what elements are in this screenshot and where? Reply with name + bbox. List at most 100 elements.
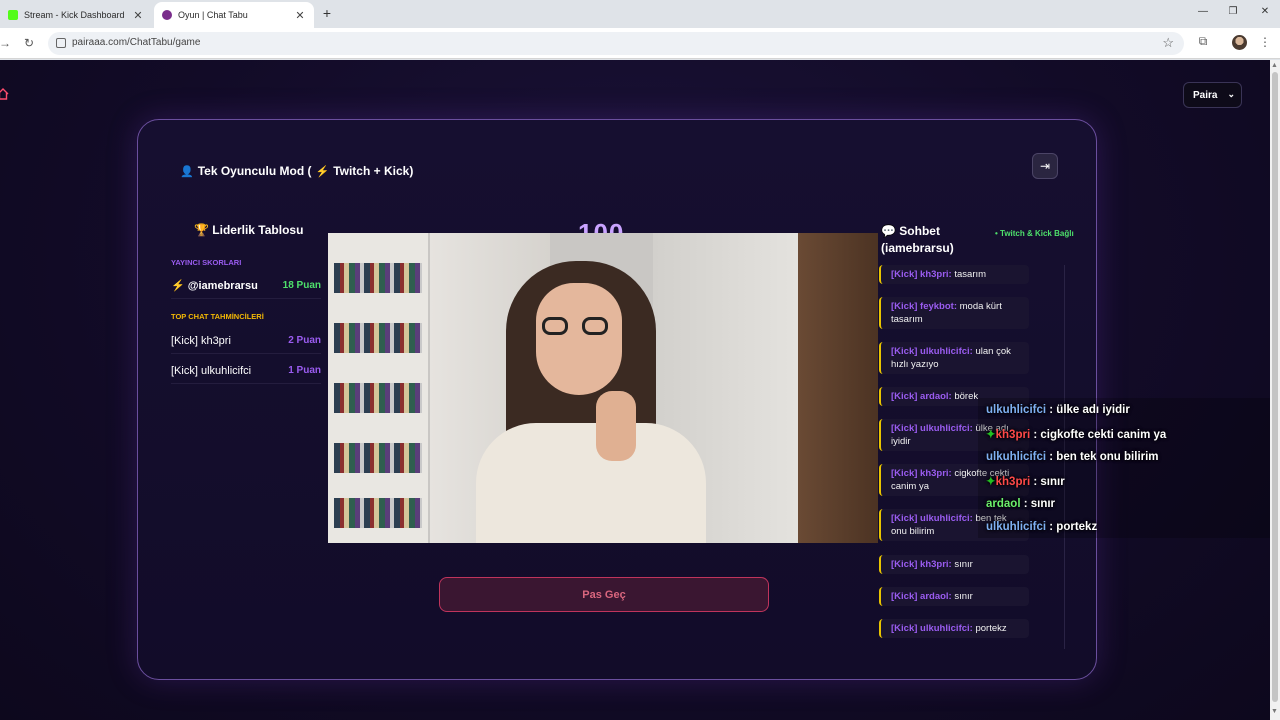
logout-icon: ⇥ bbox=[1039, 159, 1051, 173]
overlay-text: : sınır bbox=[1033, 476, 1065, 488]
chat-message: [Kick] ardaol: sınır bbox=[879, 587, 1029, 606]
player-points: 1 Puan bbox=[288, 365, 321, 376]
chat-message: [Kick] kh3pri: tasarım bbox=[879, 265, 1029, 284]
player-points: 2 Puan bbox=[288, 335, 321, 346]
trophy-icon: 🏆 bbox=[194, 223, 209, 237]
language-selected: Paira bbox=[1193, 89, 1218, 101]
streamer-points: 18 Puan bbox=[282, 280, 321, 291]
books-row bbox=[334, 323, 422, 353]
mode-title: 👤 Tek Oyunculu Mod ( ⚡ Twitch + Kick) bbox=[180, 164, 413, 178]
browser-toolbar: → ↻ pairaaa.com/ChatTabu/game ☆ ⧉ ⋮ bbox=[0, 28, 1280, 59]
overlay-user: ulkuhlicifci bbox=[986, 521, 1047, 533]
close-window-icon[interactable]: ✕ bbox=[1258, 6, 1272, 17]
chat-user: [Kick] ulkuhlicifci: bbox=[891, 423, 973, 434]
overlay-user: ardaol bbox=[986, 498, 1021, 510]
menu-icon[interactable]: ⋮ bbox=[1258, 35, 1272, 49]
lightning-icon: ⚡ bbox=[171, 280, 188, 292]
close-tab-icon[interactable]: ✕ bbox=[132, 9, 144, 22]
skip-button[interactable]: Pas Geç bbox=[439, 577, 769, 612]
books-row bbox=[334, 263, 422, 293]
chat-text: sınır bbox=[954, 591, 973, 602]
exit-button[interactable]: ⇥ bbox=[1032, 153, 1058, 179]
chat-user: [Kick] ardaol: bbox=[891, 591, 952, 602]
overlay-text: : portekz bbox=[1049, 521, 1098, 533]
streamer-name: @iamebrarsu bbox=[187, 280, 258, 292]
chat-user: [Kick] ulkuhlicifci: bbox=[891, 346, 973, 357]
chat-user: [Kick] kh3pri: bbox=[891, 468, 952, 479]
chevron-down-icon: ⌄ bbox=[1227, 89, 1235, 99]
overlay-user: kh3pri bbox=[995, 429, 1031, 441]
tab-kick-dashboard[interactable]: Stream - Kick Dashboard ✕ bbox=[0, 2, 152, 28]
chat-user: [Kick] kh3pri: bbox=[891, 559, 952, 570]
profile-avatar[interactable] bbox=[1232, 35, 1247, 50]
overlay-message: ulkuhlicifci : ben tek onu bilirim bbox=[986, 451, 1159, 463]
scrollbar-thumb[interactable] bbox=[1272, 72, 1278, 702]
chat-user: [Kick] ulkuhlicifci: bbox=[891, 513, 973, 524]
shirt bbox=[476, 423, 706, 543]
face bbox=[536, 283, 622, 395]
site-favicon-icon bbox=[162, 10, 172, 20]
minimize-icon[interactable]: — bbox=[1196, 6, 1210, 17]
scroll-down-icon[interactable]: ▼ bbox=[1271, 708, 1278, 715]
overlay-text: : ülke adı iyidir bbox=[1049, 404, 1130, 416]
streamer-figure bbox=[468, 253, 728, 543]
chat-user: [Kick] feykbot: bbox=[891, 301, 957, 312]
overlay-message: ulkuhlicifci : portekz bbox=[986, 521, 1097, 533]
scroll-up-icon[interactable]: ▲ bbox=[1271, 62, 1278, 69]
new-tab-button[interactable]: + bbox=[320, 5, 334, 21]
glasses-lens bbox=[542, 317, 568, 335]
chat-text: sınır bbox=[954, 559, 973, 570]
leaderboard-row: [Kick] kh3pri 2 Puan bbox=[171, 328, 321, 354]
bookmark-star-icon[interactable]: ☆ bbox=[1162, 35, 1174, 51]
streamer-section-label: YAYINCI SKORLARI bbox=[171, 258, 242, 267]
lightning-icon: ⚡ bbox=[315, 165, 330, 178]
chat-text: börek bbox=[954, 391, 979, 402]
badge-icon: ✦ bbox=[986, 476, 996, 488]
address-bar[interactable]: pairaaa.com/ChatTabu/game ☆ bbox=[48, 32, 1184, 55]
webcam-overlay bbox=[328, 233, 878, 543]
wooden-wall bbox=[798, 233, 878, 543]
tab-title: Oyun | Chat Tabu bbox=[178, 10, 248, 20]
overlay-message: ulkuhlicifci : ülke adı iyidir bbox=[986, 404, 1130, 416]
books-row bbox=[334, 498, 422, 528]
browser-tabbar: Stream - Kick Dashboard ✕ Oyun | Chat Ta… bbox=[0, 0, 1280, 28]
chat-title: 💬 Sohbet (iamebrarsu) bbox=[881, 223, 991, 257]
overlay-message: ✦kh3pri : cigkofte cekti canim ya bbox=[986, 427, 1166, 441]
leaderboard-title-text: Liderlik Tablosu bbox=[212, 223, 304, 237]
kick-favicon-icon bbox=[8, 10, 18, 20]
badge-icon: ✦ bbox=[986, 429, 996, 441]
overlay-user: kh3pri bbox=[995, 476, 1031, 488]
chat-user: [Kick] kh3pri: bbox=[891, 269, 952, 280]
leaderboard-title: 🏆 Liderlik Tablosu bbox=[194, 223, 303, 237]
site-info-icon[interactable] bbox=[56, 38, 66, 48]
language-select[interactable]: Paira ⌄ bbox=[1183, 82, 1242, 108]
overlay-text: : ben tek onu bilirim bbox=[1049, 451, 1159, 463]
page-scrollbar[interactable]: ▲ ▼ bbox=[1270, 60, 1280, 720]
user-icon: 👤 bbox=[180, 165, 194, 178]
overlay-message: ardaol : sınır bbox=[986, 498, 1055, 510]
overlay-user: ulkuhlicifci bbox=[986, 404, 1047, 416]
chat-message: [Kick] ulkuhlicifci: ulan çok hızlı yazı… bbox=[879, 342, 1029, 374]
bookshelf bbox=[328, 233, 428, 543]
player-name: [Kick] kh3pri bbox=[171, 334, 231, 347]
overlay-message: ✦kh3pri : sınır bbox=[986, 474, 1065, 488]
overlay-user: ulkuhlicifci bbox=[986, 451, 1047, 463]
connection-status: • Twitch & Kick Bağlı bbox=[995, 229, 1074, 238]
tab-chat-tabu[interactable]: Oyun | Chat Tabu ✕ bbox=[154, 2, 314, 28]
mode-platforms: Twitch + Kick) bbox=[333, 164, 414, 178]
home-icon[interactable] bbox=[0, 88, 9, 100]
close-tab-icon[interactable]: ✕ bbox=[294, 9, 306, 22]
streamer-score-row: ⚡ @iamebrarsu 18 Puan bbox=[171, 273, 321, 299]
extensions-icon[interactable]: ⧉ bbox=[1196, 34, 1210, 49]
mode-title-text: Tek Oyunculu Mod ( bbox=[197, 164, 312, 178]
overlay-text: : cigkofte cekti canim ya bbox=[1033, 429, 1167, 441]
chat-message: [Kick] kh3pri: sınır bbox=[879, 555, 1029, 574]
books-row bbox=[334, 443, 422, 473]
reload-icon[interactable]: ↻ bbox=[22, 36, 36, 50]
streamer-name-cell: ⚡ @iamebrarsu bbox=[171, 279, 258, 292]
stream-chat-overlay bbox=[978, 398, 1270, 538]
speech-bubble-icon: 💬 bbox=[881, 224, 900, 238]
forward-icon[interactable]: → bbox=[0, 36, 12, 50]
maximize-icon[interactable]: ❐ bbox=[1226, 6, 1240, 17]
chat-message: [Kick] ulkuhlicifci: portekz bbox=[879, 619, 1029, 638]
